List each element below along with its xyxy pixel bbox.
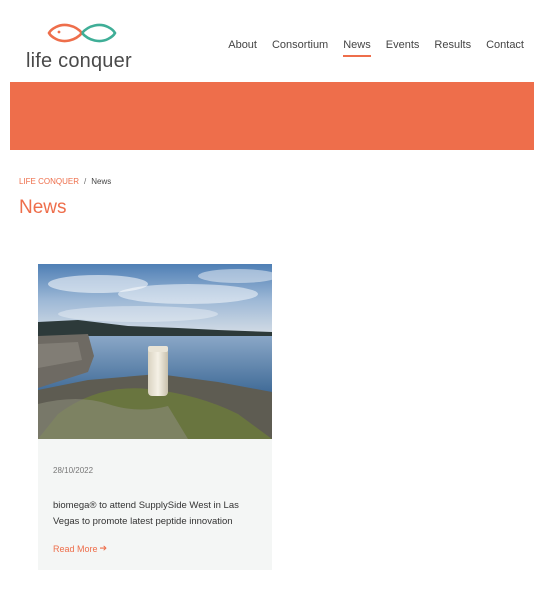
news-card-date: 28/10/2022	[53, 466, 94, 475]
site-logo[interactable]: life conquer	[26, 22, 156, 74]
site-header: life conquer About Consortium News Event…	[10, 10, 534, 82]
nav-item-news[interactable]: News	[343, 39, 371, 57]
breadcrumb-separator: /	[84, 177, 87, 186]
news-card: 28/10/2022 biomega® to attend SupplySide…	[38, 264, 272, 570]
hero-banner	[10, 82, 534, 150]
news-card-image[interactable]	[38, 264, 272, 439]
read-more-link[interactable]: Read More ➔	[53, 543, 107, 554]
news-card-title[interactable]: biomega® to attend SupplySide West in La…	[53, 498, 263, 530]
logo-text: life conquer	[26, 50, 132, 72]
nav-item-about[interactable]: About	[228, 39, 257, 51]
main-nav: About Consortium News Events Results Con…	[228, 39, 524, 57]
nav-item-contact[interactable]: Contact	[486, 39, 524, 51]
breadcrumb-current: News	[91, 177, 112, 186]
fish-infinity-icon	[47, 23, 117, 43]
nav-item-results[interactable]: Results	[434, 39, 471, 51]
page: life conquer About Consortium News Event…	[10, 10, 534, 588]
breadcrumb-home-link[interactable]: LIFE CONQUER	[19, 177, 79, 186]
nav-item-consortium[interactable]: Consortium	[272, 39, 328, 51]
nav-item-events[interactable]: Events	[386, 39, 420, 51]
read-more-label: Read More	[53, 543, 98, 554]
breadcrumb: LIFE CONQUER / News	[19, 177, 111, 186]
arrow-right-icon: ➔	[99, 543, 108, 553]
page-title: News	[19, 197, 67, 218]
